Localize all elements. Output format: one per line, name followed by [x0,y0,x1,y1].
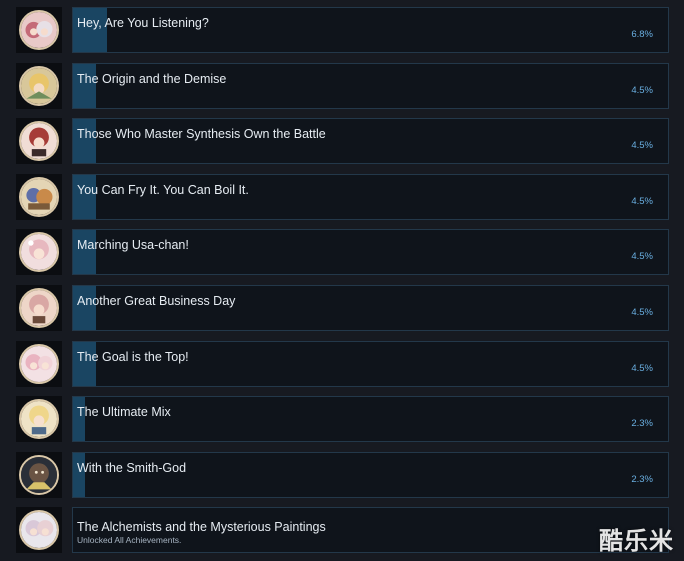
unlock-percent: 4.5% [631,140,653,151]
progress-fill [73,230,96,274]
achievement-icon-frame [16,229,62,275]
achievement-list: Hey, Are You Listening? 6.8% The Origin … [0,0,684,561]
achievement-title: The Origin and the Demise [77,72,227,86]
progress-fill [73,64,96,108]
progress-fill [73,286,96,330]
achievement-row[interactable]: The Ultimate Mix 2.3% [16,396,669,442]
achievement-progress-bar: Those Who Master Synthesis Own the Battl… [72,118,669,164]
unlock-percent: 4.5% [631,307,653,318]
achievement-icon-frame [16,7,62,53]
unlock-percent: 6.8% [631,29,653,40]
achievement-icon-frame [16,285,62,331]
alchemists-duo-portrait-icon [19,510,59,550]
achievement-progress-bar: Another Great Business Day 4.5% [72,285,669,331]
achievement-row[interactable]: With the Smith-God 2.3% [16,452,669,498]
achievement-title: With the Smith-God [77,461,187,475]
achievement-row[interactable]: Marching Usa-chan! 4.5% [16,229,669,275]
unlock-percent: 4.5% [631,85,653,96]
unlock-percent: 4.5% [631,196,653,207]
pot-creature-portrait-icon [19,177,59,217]
achievement-progress-bar: You Can Fry It. You Can Boil It. 4.5% [72,174,669,220]
achievement-row[interactable]: Those Who Master Synthesis Own the Battl… [16,118,669,164]
achievement-title: Marching Usa-chan! [77,238,189,252]
achievement-description: Unlocked All Achievements. [77,535,182,545]
progress-fill [73,453,85,497]
achievement-row[interactable]: The Origin and the Demise 4.5% [16,63,669,109]
achievement-title: The Goal is the Top! [77,350,189,364]
achievement-icon-frame [16,63,62,109]
achievement-title: The Alchemists and the Mysterious Painti… [77,520,326,534]
achievement-icon-frame [16,174,62,220]
smith-god-portrait-icon [19,455,59,495]
achievement-row[interactable]: You Can Fry It. You Can Boil It. 4.5% [16,174,669,220]
achievement-title: Hey, Are You Listening? [77,16,209,30]
achievement-icon-frame [16,396,62,442]
pink-duo-portrait-icon [19,344,59,384]
achievement-icon-frame [16,452,62,498]
site-watermark: 酷乐米 [599,528,674,555]
merchant-girl-portrait-icon [19,288,59,328]
unlock-percent: 4.5% [631,251,653,262]
achievement-title: The Ultimate Mix [77,405,171,419]
achievement-progress-bar: The Ultimate Mix 2.3% [72,396,669,442]
progress-fill [73,8,107,52]
achievement-progress-bar: The Origin and the Demise 4.5% [72,63,669,109]
achievement-progress-bar: The Goal is the Top! 4.5% [72,341,669,387]
progress-fill [73,342,96,386]
achievement-row[interactable]: Hey, Are You Listening? 6.8% [16,7,669,53]
achievement-progress-bar: The Alchemists and the Mysterious Painti… [72,507,669,553]
achievement-icon-frame [16,118,62,164]
achievement-title: Another Great Business Day [77,294,236,308]
red-hair-girl-portrait-icon [19,121,59,161]
pink-girl-portrait-icon [19,232,59,272]
achievement-row[interactable]: Another Great Business Day 4.5% [16,285,669,331]
progress-fill [73,175,96,219]
achievement-icon-frame [16,341,62,387]
blonde-girl-portrait-icon [19,66,59,106]
achievement-row[interactable]: The Goal is the Top! 4.5% [16,341,669,387]
progress-fill [73,397,85,441]
unlock-percent: 2.3% [631,474,653,485]
achievement-icon-frame [16,507,62,553]
achievement-progress-bar: Marching Usa-chan! 4.5% [72,229,669,275]
achievement-row[interactable]: The Alchemists and the Mysterious Painti… [16,507,669,553]
achievement-progress-bar: With the Smith-God 2.3% [72,452,669,498]
blonde-alchemist-portrait-icon [19,399,59,439]
progress-fill [73,119,96,163]
unlock-percent: 4.5% [631,363,653,374]
twin-girls-portrait-icon [19,10,59,50]
achievement-progress-bar: Hey, Are You Listening? 6.8% [72,7,669,53]
achievement-title: Those Who Master Synthesis Own the Battl… [77,127,326,141]
unlock-percent: 2.3% [631,418,653,429]
achievement-title: You Can Fry It. You Can Boil It. [77,183,249,197]
